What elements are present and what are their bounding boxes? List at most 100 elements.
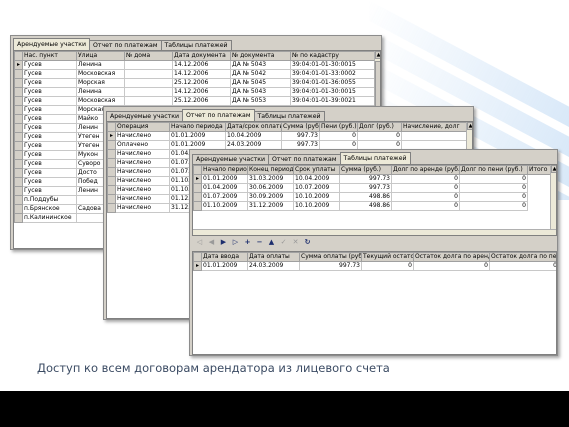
delete-record-icon[interactable]: − (254, 237, 265, 248)
row-indicator[interactable] (107, 158, 116, 168)
row-indicator[interactable] (14, 78, 23, 88)
table-row[interactable]: 01.10.2009 31.12.2009 10.10.2009 498.86 0 0 (193, 201, 551, 211)
table-cell[interactable]: 997.73 (339, 174, 392, 184)
table-cell[interactable]: Гусев (22, 150, 77, 160)
table-cell[interactable]: Гусев (22, 159, 77, 169)
last-record-icon[interactable]: ▷ (230, 237, 241, 248)
column-header[interactable]: Улица (76, 51, 125, 61)
table-row[interactable]: ▸ Начислено 01.01.2009 10.04.2009 997.73 0 0 (107, 131, 467, 141)
table-cell[interactable]: 0 (459, 183, 528, 193)
table-cell[interactable]: 0 (459, 174, 528, 184)
scroll-up-icon[interactable]: ▲ (375, 51, 380, 59)
column-header[interactable]: Операция (115, 122, 170, 132)
table-cell[interactable]: 31.03.2009 (247, 174, 294, 184)
table-cell[interactable]: 39:04:01-01-30:0015 (290, 87, 375, 97)
table-cell[interactable]: 01.01.2009 (169, 131, 226, 141)
table-cell[interactable]: п.Калининское (22, 213, 77, 223)
column-header[interactable]: Дата оплаты (247, 252, 300, 262)
column-header[interactable]: Остаток долга по пени (руб.) (489, 252, 556, 262)
column-header[interactable]: Пени (руб.) (319, 122, 358, 132)
table-cell[interactable]: 0 (459, 192, 528, 202)
table-cell[interactable]: 997.73 (299, 261, 362, 271)
table-row[interactable]: Гусев Московская 25.12.2006 ДА № 5053 39:04:… (14, 96, 375, 106)
column-header[interactable]: Долг (руб.) (357, 122, 402, 132)
first-record-icon[interactable]: ◁ (194, 237, 205, 248)
table-cell[interactable]: 30.09.2009 (247, 192, 294, 202)
edit-record-icon[interactable]: ▲ (266, 237, 277, 248)
table-cell[interactable]: Ленина (76, 60, 125, 70)
tab-land-plots[interactable]: Арендуемые участки (192, 154, 269, 164)
table-cell[interactable]: 30.06.2009 (247, 183, 294, 193)
table-cell[interactable]: Гусев (22, 96, 77, 106)
column-header[interactable]: Остаток долга по аренде (руб.) (413, 252, 490, 262)
table-cell[interactable]: Гусев (22, 60, 77, 70)
table-row[interactable]: ▸ Гусев Ленина 14.12.2006 ДА № 5043 39:04:01-… (14, 60, 375, 70)
tab-payment-report[interactable]: Отчет по платежам (88, 40, 162, 50)
column-header[interactable]: № документа (230, 51, 291, 61)
table-cell[interactable]: Начислено (115, 158, 170, 168)
table-cell[interactable]: Гусев (22, 177, 77, 187)
row-indicator[interactable] (14, 159, 23, 169)
column-header[interactable]: Текущий остаток (361, 252, 414, 262)
table-cell[interactable]: Московская (76, 69, 125, 79)
table-cell[interactable]: 39:04:01-01-30:0015 (290, 60, 375, 70)
table-cell[interactable]: Начислено (115, 131, 170, 141)
table-cell[interactable]: 01.01.2009 (201, 261, 248, 271)
table-cell[interactable]: 498.86 (339, 201, 392, 211)
table-cell[interactable]: Морская (76, 78, 125, 88)
table-cell[interactable]: 01.04.2009 (201, 183, 248, 193)
row-indicator[interactable] (14, 177, 23, 187)
row-indicator[interactable] (14, 168, 23, 178)
row-indicator[interactable] (107, 167, 116, 177)
row-indicator[interactable] (14, 123, 23, 133)
column-header[interactable]: Начало периода (201, 165, 248, 175)
table-cell[interactable]: 01.07.2009 (201, 192, 248, 202)
table-cell[interactable]: ДА № 5043 (230, 87, 291, 97)
table-cell[interactable]: 14.12.2006 (172, 87, 231, 97)
table-cell[interactable]: Начислено (115, 194, 170, 204)
row-indicator[interactable] (14, 69, 23, 79)
prior-record-icon[interactable]: ◀ (206, 237, 217, 248)
column-header[interactable]: Дата/срок оплаты (225, 122, 282, 132)
table-row[interactable]: ▸ 01.01.2009 31.03.2009 10.04.2009 997.73 0 0 (193, 174, 551, 184)
table-cell[interactable]: 0 (391, 174, 460, 184)
row-indicator[interactable] (14, 141, 23, 151)
table-cell[interactable] (124, 87, 173, 97)
vertical-scrollbar[interactable]: ▲ (550, 165, 556, 229)
row-indicator[interactable] (14, 150, 23, 160)
table-cell[interactable]: Ленина (76, 87, 125, 97)
table-cell[interactable]: Гусев (22, 78, 77, 88)
column-header[interactable]: Долг по пени (руб.) (459, 165, 528, 175)
row-indicator[interactable] (107, 194, 116, 204)
column-header[interactable]: Итого (527, 165, 551, 175)
table-cell[interactable]: 498.86 (339, 192, 392, 202)
horizontal-scrollbar[interactable] (193, 229, 556, 235)
table-cell[interactable]: 14.12.2006 (172, 60, 231, 70)
table-cell[interactable] (124, 69, 173, 79)
row-indicator[interactable] (14, 204, 23, 214)
column-header[interactable]: Сумма (руб.) (281, 122, 320, 132)
table-cell[interactable]: 10.04.2009 (225, 131, 282, 141)
table-cell[interactable]: 39:04:01-01-36:0055 (290, 78, 375, 88)
column-header[interactable]: Дата ввода (201, 252, 248, 262)
table-cell[interactable]: Гусев (22, 141, 77, 151)
tab-payment-tables[interactable]: Таблицы платежей (160, 40, 232, 50)
post-record-icon[interactable]: ✓ (278, 237, 289, 248)
table-cell[interactable]: Начислено (115, 203, 170, 213)
table-cell[interactable]: Гусев (22, 123, 77, 133)
column-header[interactable]: Срок уплаты (293, 165, 340, 175)
table-row[interactable]: Гусев Московская 14.12.2006 ДА № 5042 39:04:… (14, 69, 375, 79)
table-cell[interactable]: 0 (391, 201, 460, 211)
row-indicator[interactable] (14, 96, 23, 106)
table-cell[interactable] (124, 96, 173, 106)
table-cell[interactable]: Гусев (22, 186, 77, 196)
table-cell[interactable]: ДА № 5042 (230, 69, 291, 79)
table-cell[interactable]: Начислено (115, 167, 170, 177)
column-header[interactable]: Конец периода (247, 165, 294, 175)
table-cell[interactable] (401, 131, 467, 141)
table-cell[interactable]: 01.01.2009 (201, 174, 248, 184)
table-row[interactable]: 01.04.2009 30.06.2009 10.07.2009 997.73 0 0 (193, 183, 551, 193)
table-cell[interactable]: 0 (361, 261, 414, 271)
table-cell[interactable]: 0 (391, 183, 460, 193)
row-indicator[interactable] (14, 186, 23, 196)
